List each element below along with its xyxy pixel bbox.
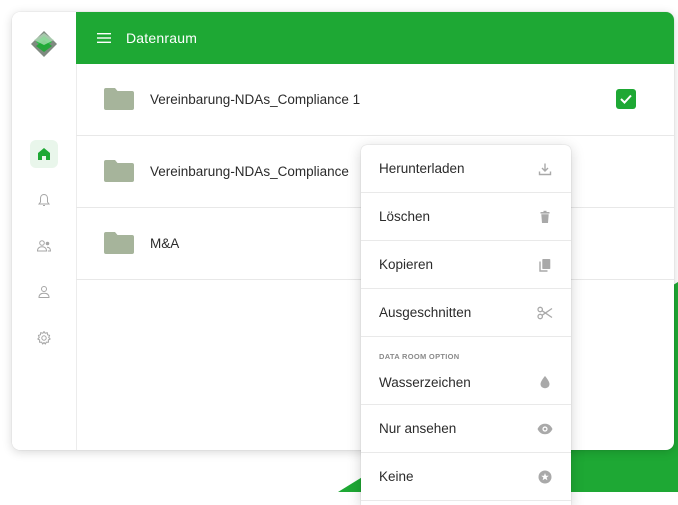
menu-item-none[interactable]: Keine	[361, 453, 571, 501]
menu-item-cut[interactable]: Ausgeschnitten	[361, 289, 571, 337]
menu-item-watermark[interactable]: DATA ROOM OPTION Wasserzeichen	[361, 337, 571, 405]
menu-item-view-only[interactable]: Nur ansehen	[361, 405, 571, 453]
star-circle-icon	[537, 469, 553, 485]
menu-item-delete[interactable]: Löschen	[361, 193, 571, 241]
app-header: Datenraum	[76, 12, 674, 64]
sidebar-item-profile[interactable]	[30, 278, 58, 306]
context-menu: Herunterladen Löschen Kopieren Ausgeschn…	[361, 145, 571, 505]
file-name: Vereinbarung-NDAs_Compliance 1	[150, 92, 361, 107]
menu-item-copy[interactable]: Kopieren	[361, 241, 571, 289]
file-checkbox-checked[interactable]	[616, 89, 636, 109]
menu-item-label: Keine	[379, 469, 414, 484]
file-name: M&A	[150, 236, 180, 251]
hamburger-icon	[97, 33, 111, 43]
gear-icon	[37, 331, 51, 345]
menu-item-download[interactable]: Herunterladen	[361, 145, 571, 193]
menu-item-label: Herunterladen	[379, 161, 465, 176]
download-icon	[537, 161, 553, 177]
logo-icon	[30, 30, 58, 58]
sidebar-item-settings[interactable]	[30, 324, 58, 352]
checkmark-icon	[620, 94, 632, 104]
page-title: Datenraum	[126, 30, 198, 46]
app-window: Datenraum Vereinbarung-NDAs_Compliance 1…	[12, 12, 674, 450]
eye-icon	[537, 421, 553, 437]
file-name: Vereinbarung-NDAs_Compliance	[150, 164, 349, 179]
menu-item-label: Löschen	[379, 209, 431, 224]
menu-item-label: Ausgeschnitten	[379, 305, 472, 320]
sidebar-item-groups[interactable]	[30, 232, 58, 260]
hamburger-menu-button[interactable]	[96, 31, 112, 45]
sidebar-item-notifications[interactable]	[30, 186, 58, 214]
menu-item-label: Kopieren	[379, 257, 434, 272]
drop-icon	[537, 374, 553, 390]
menu-item-label: Wasserzeichen	[379, 375, 471, 390]
scissors-icon	[537, 305, 553, 321]
copy-icon	[537, 257, 553, 273]
sidebar-item-home[interactable]	[30, 140, 58, 168]
folder-icon	[104, 88, 134, 110]
sidebar	[12, 12, 77, 450]
home-icon	[38, 148, 50, 160]
menu-item-label: Nur ansehen	[379, 421, 457, 436]
folder-icon	[104, 232, 134, 254]
user-icon	[38, 286, 50, 298]
folder-icon	[104, 160, 134, 182]
bell-icon	[38, 193, 50, 206]
users-icon	[36, 240, 52, 252]
menu-section-label: DATA ROOM OPTION	[379, 352, 460, 361]
file-row[interactable]: Vereinbarung-NDAs_Compliance 1	[76, 64, 674, 136]
trash-icon	[537, 209, 553, 225]
